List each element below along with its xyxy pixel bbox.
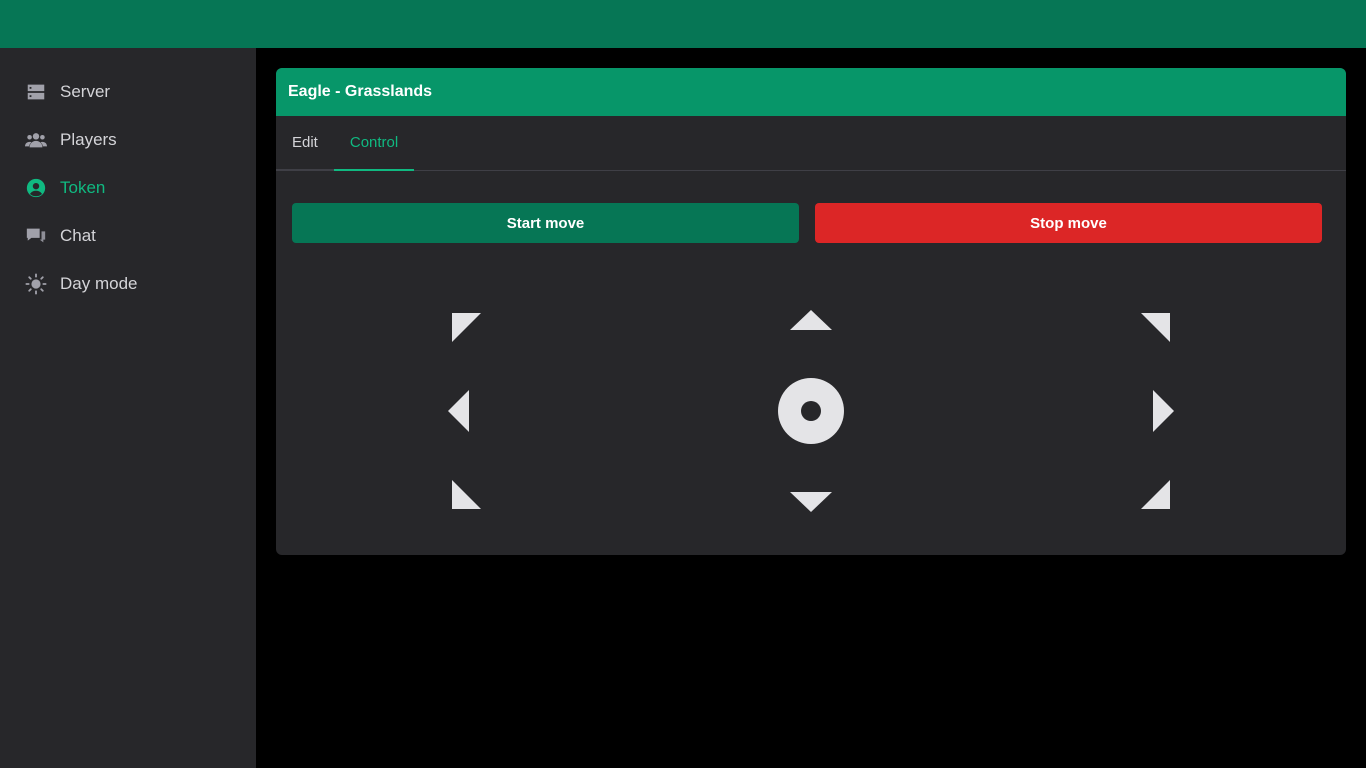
sun-icon — [24, 272, 48, 296]
tab-control[interactable]: Control — [333, 116, 415, 171]
server-icon — [24, 80, 48, 104]
move-left-icon[interactable] — [448, 390, 469, 432]
top-bar — [0, 0, 1366, 48]
move-right-icon[interactable] — [1153, 390, 1174, 432]
users-icon — [24, 128, 48, 152]
user-circle-icon — [24, 176, 48, 200]
sidebar-item-label: Players — [60, 130, 117, 149]
stop-move-button[interactable]: Stop move — [815, 203, 1322, 243]
sidebar-item-label: Token — [60, 178, 106, 197]
move-buttons: Start move Stop move — [276, 203, 1346, 243]
sidebar-item-label: Day mode — [60, 274, 138, 293]
sidebar-item-chat[interactable]: Chat — [0, 212, 256, 260]
sidebar-item-label: Server — [60, 82, 111, 101]
move-down-right-icon[interactable] — [1141, 480, 1170, 509]
move-up-icon[interactable] — [790, 310, 832, 330]
sidebar-item-label: Chat — [60, 226, 96, 245]
tab-bar: Edit Control — [276, 116, 1346, 171]
sidebar: Server Players Token Chat Day mode — [0, 48, 256, 768]
chat-icon — [24, 224, 48, 248]
sidebar-item-token[interactable]: Token — [0, 164, 256, 212]
move-down-left-icon[interactable] — [452, 480, 481, 509]
token-panel: Eagle - Grasslands Edit Control Start mo… — [276, 68, 1346, 555]
start-move-button[interactable]: Start move — [292, 203, 799, 243]
center-stop-icon[interactable] — [777, 377, 845, 445]
panel-title: Eagle - Grasslands — [276, 68, 1346, 116]
tab-edit[interactable]: Edit — [276, 116, 334, 171]
sidebar-item-players[interactable]: Players — [0, 116, 256, 164]
move-up-right-icon[interactable] — [1141, 313, 1170, 342]
sidebar-item-server[interactable]: Server — [0, 68, 256, 116]
move-down-icon[interactable] — [790, 492, 832, 512]
sidebar-item-day-mode[interactable]: Day mode — [0, 260, 256, 308]
move-up-left-icon[interactable] — [452, 313, 481, 342]
